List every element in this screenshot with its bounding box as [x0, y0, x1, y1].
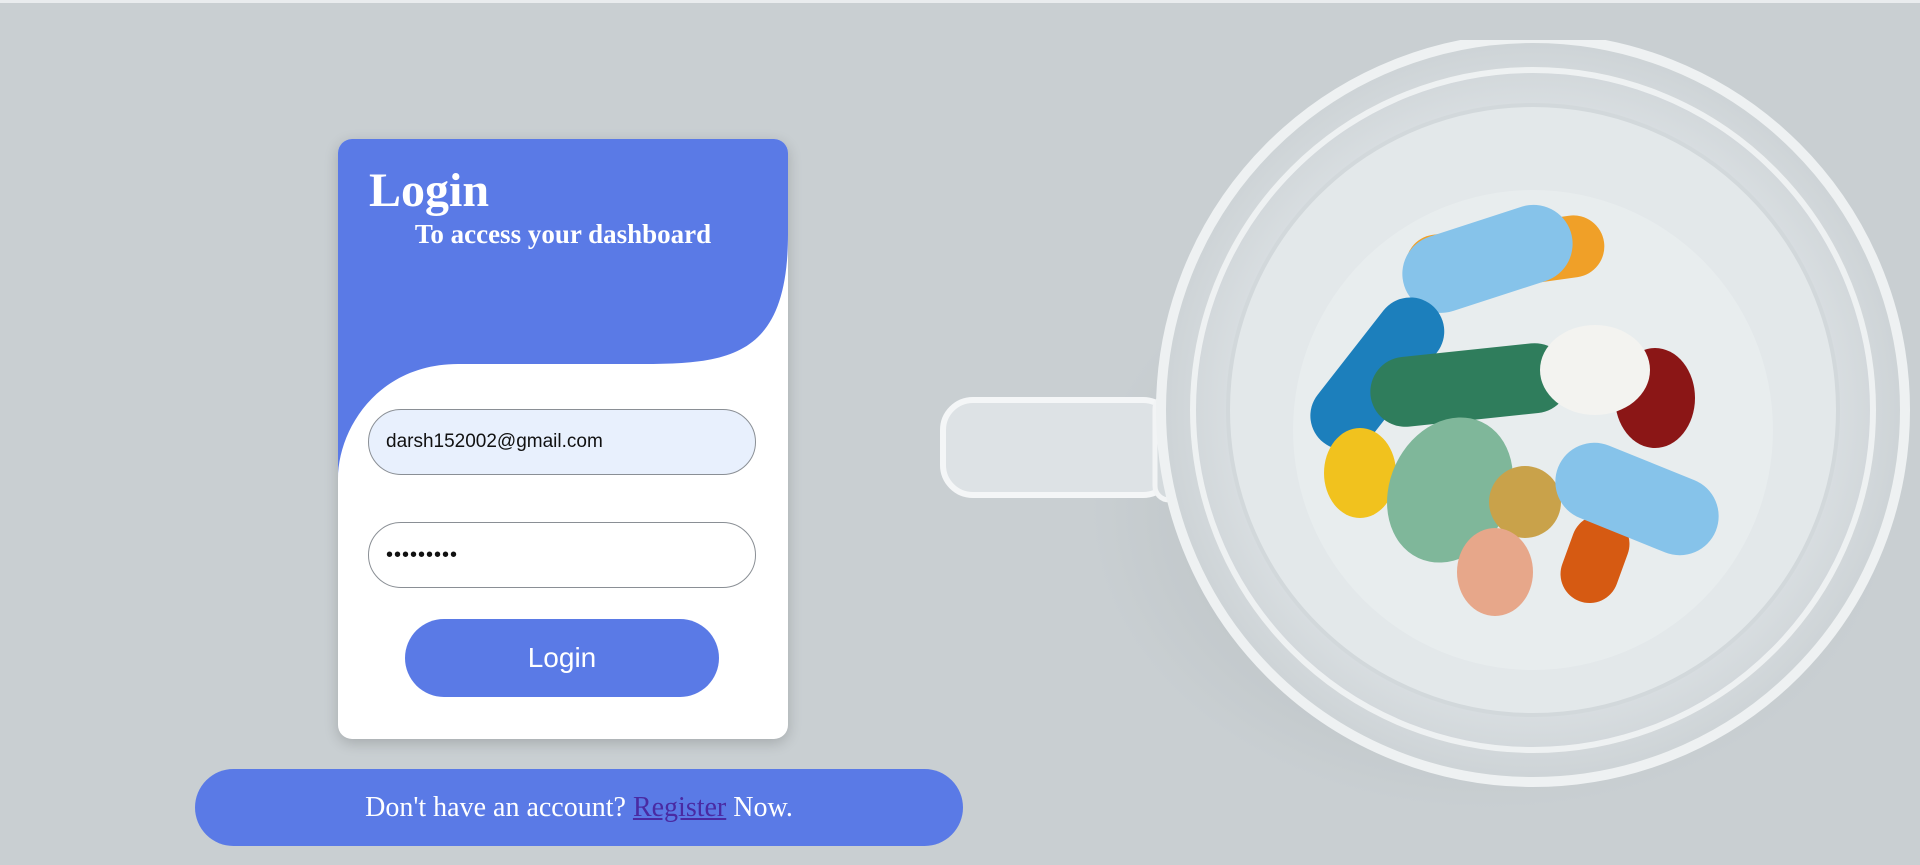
register-prefix: Don't have an account?	[365, 791, 626, 823]
email-input[interactable]	[368, 409, 756, 475]
password-input[interactable]	[368, 522, 756, 588]
login-subtitle: To access your dashboard	[414, 219, 712, 249]
register-suffix: Now.	[733, 791, 793, 823]
top-border	[0, 0, 1920, 3]
register-link[interactable]: Register	[633, 792, 726, 824]
login-card: Login To access your dashboard Login	[338, 139, 788, 739]
pills-cup-image	[940, 40, 1910, 810]
register-prompt: Don't have an account? Register Now.	[195, 769, 963, 846]
login-title: Login	[369, 164, 490, 217]
login-button[interactable]: Login	[405, 619, 719, 697]
